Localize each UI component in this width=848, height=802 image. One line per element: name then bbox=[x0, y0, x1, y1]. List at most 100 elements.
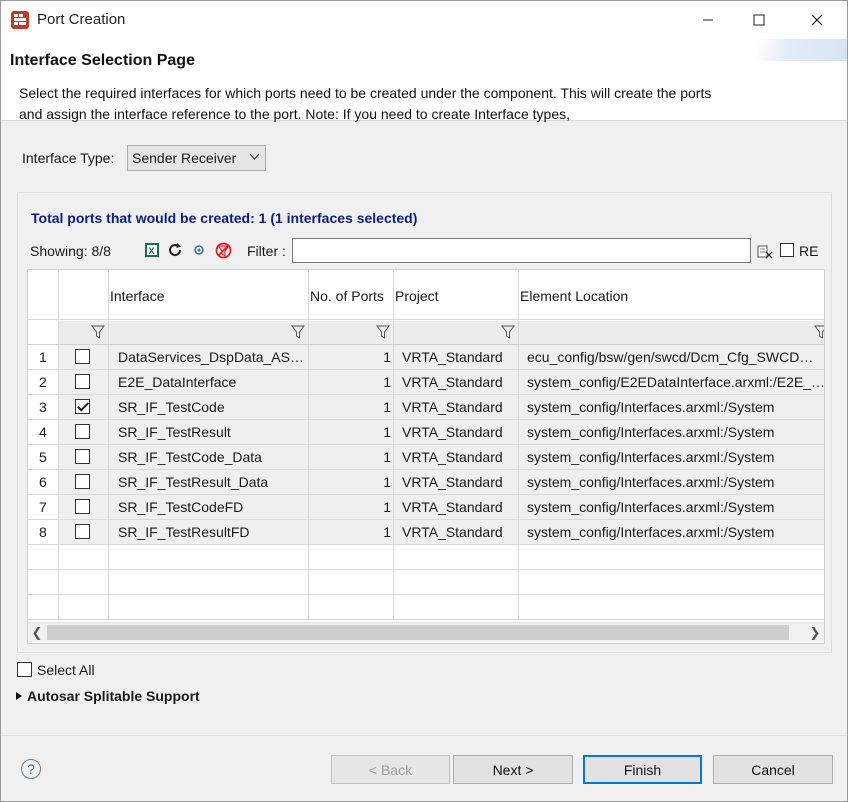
filter-icon bbox=[501, 325, 515, 339]
expand-arrow-icon[interactable] bbox=[15, 691, 23, 703]
row-checkbox[interactable] bbox=[75, 524, 90, 539]
port-count[interactable]: 1 bbox=[309, 495, 394, 520]
project-name[interactable]: VRTA_Standard bbox=[394, 520, 519, 545]
row-checkbox[interactable] bbox=[75, 474, 90, 489]
row-select-cell[interactable] bbox=[59, 520, 109, 545]
interface-name[interactable]: SR_IF_TestResultFD bbox=[109, 520, 309, 545]
row-index[interactable]: 8 bbox=[28, 520, 59, 545]
wizard-header: Interface Selection Page Select the requ… bbox=[1, 39, 847, 122]
project-name[interactable]: VRTA_Standard bbox=[394, 445, 519, 470]
clear-filter-icon[interactable] bbox=[214, 241, 232, 259]
row-index[interactable]: 4 bbox=[28, 420, 59, 445]
minimize-button[interactable] bbox=[685, 1, 731, 39]
project-name[interactable]: VRTA_Standard bbox=[394, 420, 519, 445]
port-count[interactable]: 1 bbox=[309, 420, 394, 445]
row-select-cell[interactable] bbox=[59, 370, 109, 395]
horizontal-scrollbar[interactable]: ❮ ❯ bbox=[28, 622, 824, 642]
column-header-project[interactable]: Project bbox=[394, 270, 519, 320]
filter-cell-project[interactable] bbox=[394, 321, 519, 345]
element-location[interactable]: ecu_config/bsw/gen/swcd/Dcm_Cfg_SWCD… bbox=[519, 345, 824, 370]
column-header-interface[interactable]: Interface bbox=[109, 270, 309, 320]
row-index[interactable]: 5 bbox=[28, 445, 59, 470]
row-checkbox[interactable] bbox=[75, 349, 90, 364]
next-button[interactable]: Next > bbox=[453, 755, 573, 784]
interface-name[interactable]: SR_IF_TestCode_Data bbox=[109, 445, 309, 470]
refresh-icon[interactable] bbox=[166, 241, 184, 259]
filter-icon bbox=[376, 325, 390, 339]
port-count[interactable]: 1 bbox=[309, 445, 394, 470]
column-header-index[interactable] bbox=[28, 270, 59, 320]
row-checkbox[interactable] bbox=[75, 374, 90, 389]
interface-name[interactable]: DataServices_DspData_AS… bbox=[109, 345, 309, 370]
row-select-cell[interactable] bbox=[59, 395, 109, 420]
filter-cell-location[interactable] bbox=[519, 321, 824, 345]
row-index[interactable]: 7 bbox=[28, 495, 59, 520]
interface-name[interactable]: SR_IF_TestResult_Data bbox=[109, 470, 309, 495]
filter-icon bbox=[91, 325, 105, 339]
row-select-cell[interactable] bbox=[59, 345, 109, 370]
regex-checkbox[interactable] bbox=[780, 243, 794, 257]
element-location[interactable]: system_config/Interfaces.arxml:/System bbox=[519, 420, 824, 445]
row-select-cell[interactable] bbox=[59, 420, 109, 445]
interface-name[interactable]: SR_IF_TestCode bbox=[109, 395, 309, 420]
filter-cell-ports[interactable] bbox=[309, 321, 394, 345]
clear-text-icon[interactable] bbox=[756, 243, 774, 261]
page-description: Select the required interfaces for which… bbox=[19, 85, 712, 122]
port-count[interactable]: 1 bbox=[309, 345, 394, 370]
interface-name[interactable]: SR_IF_TestResult bbox=[109, 420, 309, 445]
project-name[interactable]: VRTA_Standard bbox=[394, 345, 519, 370]
row-select-cell[interactable] bbox=[59, 445, 109, 470]
autosar-splitable-section[interactable]: Autosar Splitable Support bbox=[27, 688, 200, 704]
row-checkbox[interactable] bbox=[75, 424, 90, 439]
empty-cell bbox=[59, 570, 109, 595]
empty-cell bbox=[59, 595, 109, 620]
filter-settings-icon[interactable] bbox=[190, 241, 208, 259]
column-header-location[interactable]: Element Location bbox=[519, 270, 824, 320]
cancel-button[interactable]: Cancel bbox=[713, 755, 833, 784]
row-checkbox[interactable] bbox=[75, 399, 90, 414]
port-count[interactable]: 1 bbox=[309, 395, 394, 420]
scroll-left-icon[interactable]: ❮ bbox=[30, 625, 44, 641]
project-name[interactable]: VRTA_Standard bbox=[394, 470, 519, 495]
project-name[interactable]: VRTA_Standard bbox=[394, 395, 519, 420]
column-header-select[interactable] bbox=[59, 270, 109, 320]
showing-count: Showing: 8/8 bbox=[30, 243, 111, 259]
row-index[interactable]: 3 bbox=[28, 395, 59, 420]
project-name[interactable]: VRTA_Standard bbox=[394, 495, 519, 520]
maximize-button[interactable] bbox=[736, 1, 782, 39]
row-index[interactable]: 1 bbox=[28, 345, 59, 370]
filter-cell-interface[interactable] bbox=[109, 321, 309, 345]
port-count[interactable]: 1 bbox=[309, 370, 394, 395]
row-index[interactable]: 6 bbox=[28, 470, 59, 495]
excel-export-icon[interactable]: X bbox=[143, 241, 161, 259]
element-location[interactable]: system_config/Interfaces.arxml:/System bbox=[519, 445, 824, 470]
scrollbar-thumb[interactable] bbox=[47, 625, 789, 640]
row-checkbox[interactable] bbox=[75, 499, 90, 514]
project-name[interactable]: VRTA_Standard bbox=[394, 370, 519, 395]
port-count[interactable]: 1 bbox=[309, 470, 394, 495]
row-checkbox[interactable] bbox=[75, 449, 90, 464]
row-index[interactable]: 2 bbox=[28, 370, 59, 395]
filter-input[interactable] bbox=[292, 238, 751, 263]
help-icon[interactable]: ? bbox=[21, 759, 41, 779]
row-select-cell[interactable] bbox=[59, 495, 109, 520]
interface-type-select[interactable]: Sender Receiver bbox=[127, 145, 266, 171]
row-select-cell[interactable] bbox=[59, 470, 109, 495]
column-header-ports[interactable]: No. of Ports bbox=[309, 270, 394, 320]
scroll-right-icon[interactable]: ❯ bbox=[808, 625, 822, 641]
element-location[interactable]: system_config/Interfaces.arxml:/System bbox=[519, 395, 824, 420]
element-location[interactable]: system_config/E2EDataInterface.arxml:/E2… bbox=[519, 370, 824, 395]
filter-cell-select[interactable] bbox=[59, 321, 109, 345]
element-location[interactable]: system_config/Interfaces.arxml:/System bbox=[519, 495, 824, 520]
interface-name[interactable]: E2E_DataInterface bbox=[109, 370, 309, 395]
element-location[interactable]: system_config/Interfaces.arxml:/System bbox=[519, 520, 824, 545]
interface-name[interactable]: SR_IF_TestCodeFD bbox=[109, 495, 309, 520]
close-button[interactable] bbox=[794, 1, 840, 39]
port-count[interactable]: 1 bbox=[309, 520, 394, 545]
element-location[interactable]: system_config/Interfaces.arxml:/System bbox=[519, 470, 824, 495]
title-bar: Port Creation bbox=[1, 1, 847, 39]
select-all-checkbox[interactable] bbox=[17, 662, 32, 677]
back-button[interactable]: < Back bbox=[331, 755, 450, 784]
finish-button[interactable]: Finish bbox=[583, 755, 702, 784]
interface-type-value: Sender Receiver bbox=[132, 150, 237, 166]
